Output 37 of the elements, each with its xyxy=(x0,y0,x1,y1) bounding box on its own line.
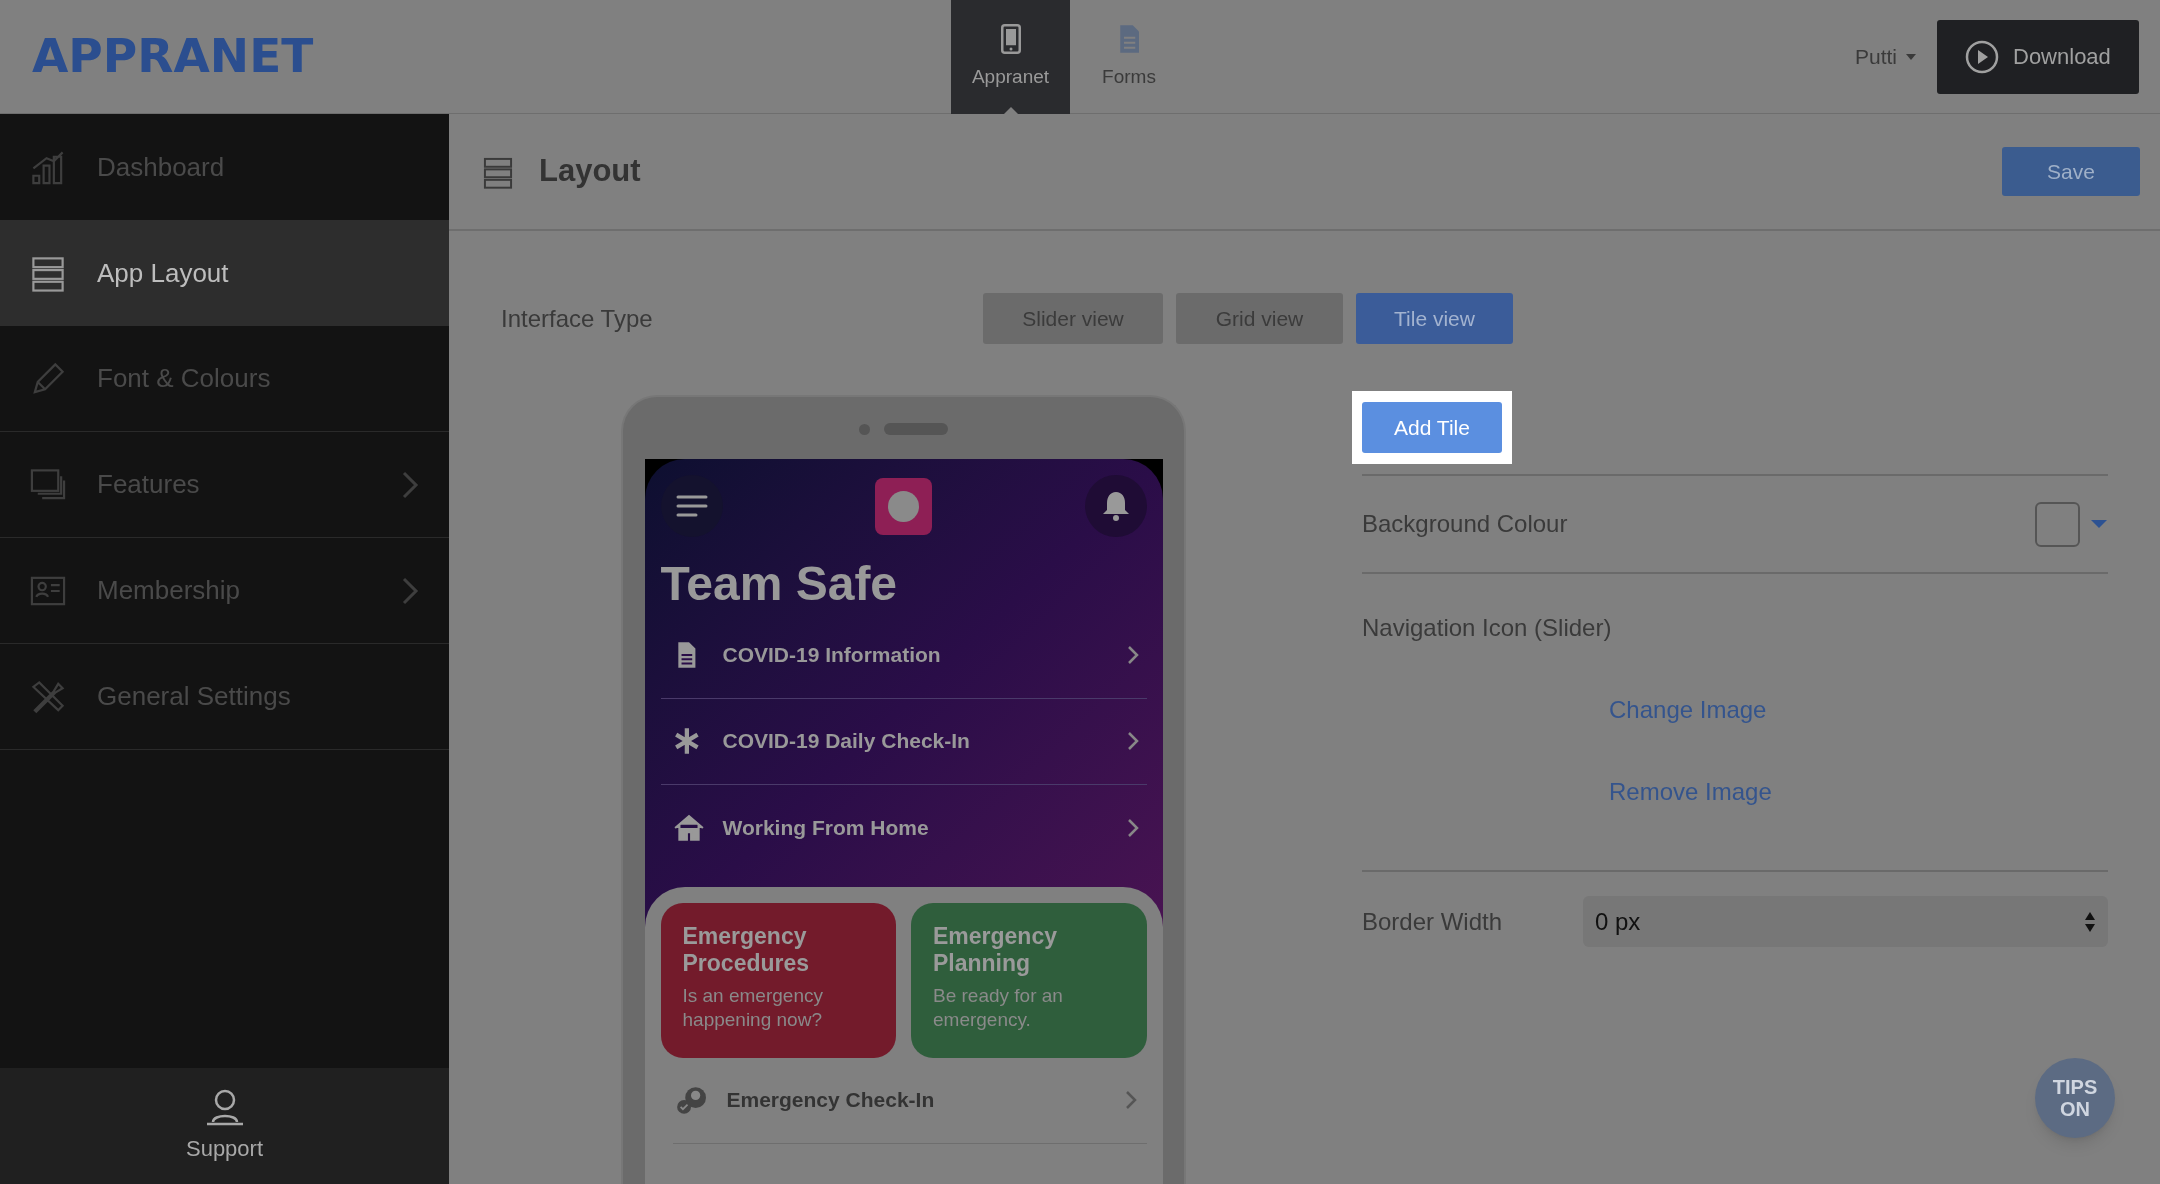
layout-icon xyxy=(29,254,67,292)
save-button[interactable]: Save xyxy=(2002,147,2140,196)
app-logo: APPRANET xyxy=(31,27,315,86)
interface-type-label: Interface Type xyxy=(501,303,654,334)
user-menu[interactable]: Putti xyxy=(1854,40,1917,73)
tab-pointer xyxy=(1003,106,1019,115)
app-menu-item[interactable]: Working From Home xyxy=(660,784,1147,871)
view-option-button[interactable]: Tile view xyxy=(1356,293,1513,344)
play-icon xyxy=(1965,39,1999,74)
add-tile-button[interactable]: Add Tile xyxy=(1362,402,1502,453)
nav-tab[interactable]: Appranet xyxy=(951,0,1070,114)
app-menu-item[interactable]: COVID-19 Daily Check-In xyxy=(660,698,1147,785)
emergency-tile[interactable]: Emergency Planning Be ready for an emergency. xyxy=(911,902,1147,1058)
remove-image-link[interactable]: Remove Image xyxy=(1609,774,1772,810)
app-title: Team Safe xyxy=(660,556,899,612)
navigation-icon-label: Navigation Icon (Slider) xyxy=(1362,613,1613,643)
app-menu-item[interactable]: COVID-19 Information xyxy=(660,612,1147,699)
caret-icon xyxy=(2090,519,2108,529)
chevron-right-icon xyxy=(1126,817,1139,838)
nav-tab[interactable]: Forms xyxy=(1070,0,1188,114)
chevron-right-icon xyxy=(1126,731,1139,752)
chevron-right-icon xyxy=(1124,1090,1137,1111)
border-width-label: Border Width xyxy=(1362,906,1504,937)
sidebar-item[interactable]: App Layout xyxy=(0,220,449,326)
download-button[interactable]: Download xyxy=(1937,19,2139,94)
caret-icon xyxy=(1905,52,1917,61)
tips-button[interactable]: TIPS ON xyxy=(2035,1058,2115,1138)
emergency-tile[interactable]: Emergency Procedures Is an emergency happening now? xyxy=(660,902,896,1058)
border-width-select[interactable]: 0 px xyxy=(1583,896,2108,947)
support-button[interactable]: Support xyxy=(0,1068,449,1184)
change-image-link[interactable]: Change Image xyxy=(1609,692,1767,728)
background-colour-label: Background Colour xyxy=(1362,509,1569,539)
page-title: Layout xyxy=(539,152,641,191)
app-logo-icon xyxy=(875,477,932,535)
menu-icon xyxy=(675,494,708,518)
app-list-item[interactable]: Emergency Check-In xyxy=(672,1057,1147,1144)
chevron-right-icon xyxy=(1126,645,1139,666)
